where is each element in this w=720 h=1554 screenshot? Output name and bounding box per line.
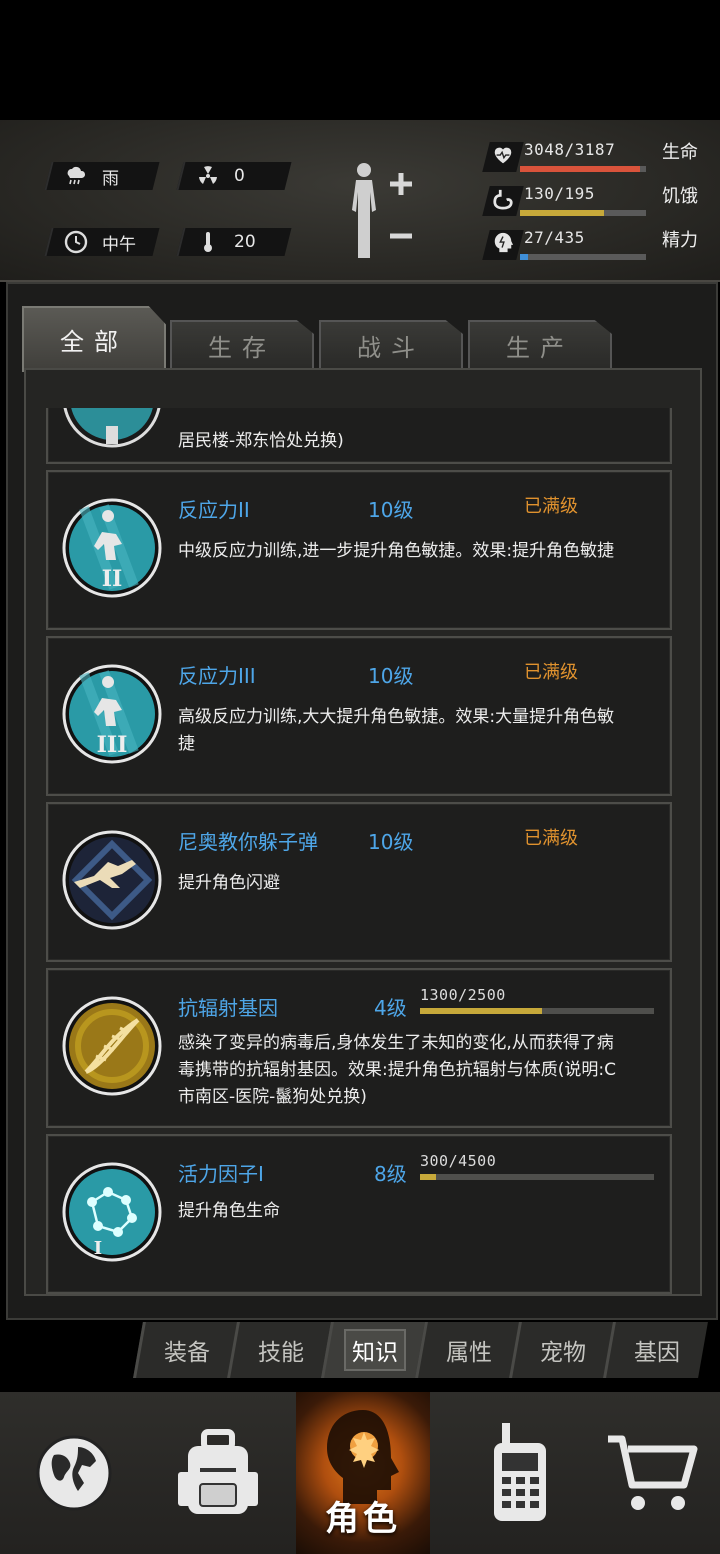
subtab-label: 装备: [164, 1340, 210, 1366]
bottom-nav: 角色: [0, 1392, 720, 1554]
human-body-icon: [352, 163, 412, 258]
time-value: 中午: [102, 234, 136, 255]
brain-head-icon: [492, 232, 514, 254]
subtab-label: 知识: [344, 1329, 406, 1371]
list-item[interactable]: II 反应力II 10级 已满级 中级反应力训练,进一步提升角色敏捷。效果:提升…: [46, 470, 672, 630]
energy-value: 27/435: [524, 228, 585, 247]
weather-value: 雨: [102, 168, 119, 189]
reflex-iii-icon: III: [62, 664, 162, 764]
skill-level: 10级: [368, 664, 414, 688]
tab-combat[interactable]: 战斗: [319, 320, 463, 370]
list-item[interactable]: 抗辐射基因 4级 1300/2500 感染了变异的病毒后,身体发生了未知的变化,…: [46, 968, 672, 1128]
energy-bar: [520, 254, 646, 260]
skill-status: 已满级: [524, 662, 578, 683]
health-value: 3048/3187: [524, 140, 616, 159]
radiation-indicator: 0: [176, 162, 292, 190]
tab-all[interactable]: 全部: [22, 306, 166, 372]
tab-survival[interactable]: 生存: [170, 320, 314, 370]
category-tabs: 全部 生存 战斗 生产: [22, 306, 642, 372]
skill-level: 10级: [368, 498, 414, 522]
energy-stat: 27/435 精力: [482, 226, 706, 266]
skill-status: 已满级: [524, 496, 578, 517]
skill-level: 8级: [374, 1162, 407, 1186]
energy-label: 精力: [662, 230, 698, 251]
skill-description: 居民楼-郑东恰处兑换): [178, 431, 344, 451]
hunger-stat: 130/195 饥饿: [482, 182, 706, 222]
list-item[interactable]: 居民楼-郑东恰处兑换): [46, 408, 672, 464]
subtab-label: 宠物: [540, 1340, 586, 1366]
temperature-indicator: 20: [176, 228, 292, 256]
subtab-label: 基因: [634, 1340, 680, 1366]
skill-description: 提升角色闪避: [178, 873, 280, 893]
subtab-knowledge[interactable]: 知识: [321, 1322, 426, 1378]
svg-text:III: III: [97, 732, 128, 758]
skill-list[interactable]: 居民楼-郑东恰处兑换) II 反应力II 10级 已满级 中级反应力训练,进一步…: [24, 368, 702, 1296]
subtab-genes[interactable]: 基因: [603, 1322, 708, 1378]
skill-progress-bar: [420, 1008, 654, 1014]
reflex-ii-icon: II: [62, 498, 162, 598]
nav-character-label: 角色: [325, 1499, 401, 1539]
skill-progress-text: 1300/2500: [420, 986, 506, 1004]
status-panel: 雨 0 中午 20 3048/3187 生命 130/195 饥饿 27/435…: [0, 120, 720, 282]
subtab-pets[interactable]: 宠物: [509, 1322, 614, 1378]
health-bar: [520, 166, 646, 172]
clock-icon: [64, 230, 88, 254]
tab-production[interactable]: 生产: [468, 320, 612, 370]
skill-progress-bar: [420, 1174, 654, 1180]
subtab-attributes[interactable]: 属性: [415, 1322, 520, 1378]
nav-world-button[interactable]: [14, 1392, 134, 1554]
dna-icon: [62, 996, 162, 1096]
list-item[interactable]: I 活力因子I 8级 300/4500 提升角色生命: [46, 1134, 672, 1294]
shopping-cart-icon: [608, 1435, 698, 1510]
stomach-icon: [492, 188, 514, 210]
nav-shop-button[interactable]: [592, 1392, 712, 1554]
skill-status: 已满级: [524, 828, 578, 849]
hunger-bar: [520, 210, 646, 216]
skill-name: 反应力II: [178, 498, 250, 522]
subtab-equipment[interactable]: 装备: [133, 1322, 238, 1378]
skill-name: 尼奥教你躲子弹: [178, 830, 318, 854]
health-stat: 3048/3187 生命: [482, 138, 706, 178]
skill-progress-text: 300/4500: [420, 1152, 497, 1170]
body-status-button[interactable]: [340, 158, 420, 262]
thermometer-icon: [196, 230, 220, 254]
subtab-skills[interactable]: 技能: [227, 1322, 332, 1378]
rain-cloud-icon: [64, 164, 88, 188]
skill-description: 感染了变异的病毒后,身体发生了未知的变化,从而获得了病毒携带的抗辐射基因。效果:…: [178, 1033, 616, 1107]
list-item[interactable]: III 反应力III 10级 已满级 高级反应力训练,大大提升角色敏捷。效果:大…: [46, 636, 672, 796]
globe-icon: [36, 1435, 112, 1511]
radiation-icon: [196, 164, 220, 188]
skill-name: 反应力III: [178, 664, 256, 688]
skill-description: 提升角色生命: [178, 1201, 280, 1221]
hunger-value: 130/195: [524, 184, 595, 203]
svg-text:II: II: [102, 566, 123, 592]
skill-name: 抗辐射基因: [178, 996, 278, 1020]
nav-backpack-button[interactable]: [158, 1392, 278, 1554]
skill-level: 4级: [374, 996, 407, 1020]
walkie-talkie-icon: [494, 1423, 546, 1521]
nav-character-button[interactable]: 角色: [296, 1392, 430, 1554]
character-subtabs: 装备 技能 知识 属性 宠物 基因: [130, 1322, 710, 1380]
hunger-label: 饥饿: [662, 186, 698, 207]
temperature-value: 20: [234, 232, 256, 252]
health-label: 生命: [662, 142, 698, 163]
subtab-label: 技能: [258, 1340, 304, 1366]
time-indicator: 中午: [44, 228, 160, 256]
skill-level: 10级: [368, 830, 414, 854]
list-item[interactable]: 尼奥教你躲子弹 10级 已满级 提升角色闪避: [46, 802, 672, 962]
dodge-bullet-icon: [62, 830, 162, 930]
weather-indicator: 雨: [44, 162, 160, 190]
radiation-value: 0: [234, 166, 245, 186]
skill-name: 活力因子I: [178, 1162, 264, 1186]
backpack-icon: [178, 1429, 258, 1514]
vitality-molecule-icon: I: [62, 1162, 162, 1262]
svg-text:I: I: [94, 1238, 102, 1259]
heart-icon: [492, 144, 514, 166]
skill-description: 中级反应力训练,进一步提升角色敏捷。效果:提升角色敏捷: [178, 541, 615, 561]
skill-badge-icon: [63, 408, 161, 448]
subtab-label: 属性: [446, 1340, 492, 1366]
nav-radio-button[interactable]: [460, 1392, 580, 1554]
skill-description: 高级反应力训练,大大提升角色敏捷。效果:大量提升角色敏捷: [178, 707, 615, 754]
